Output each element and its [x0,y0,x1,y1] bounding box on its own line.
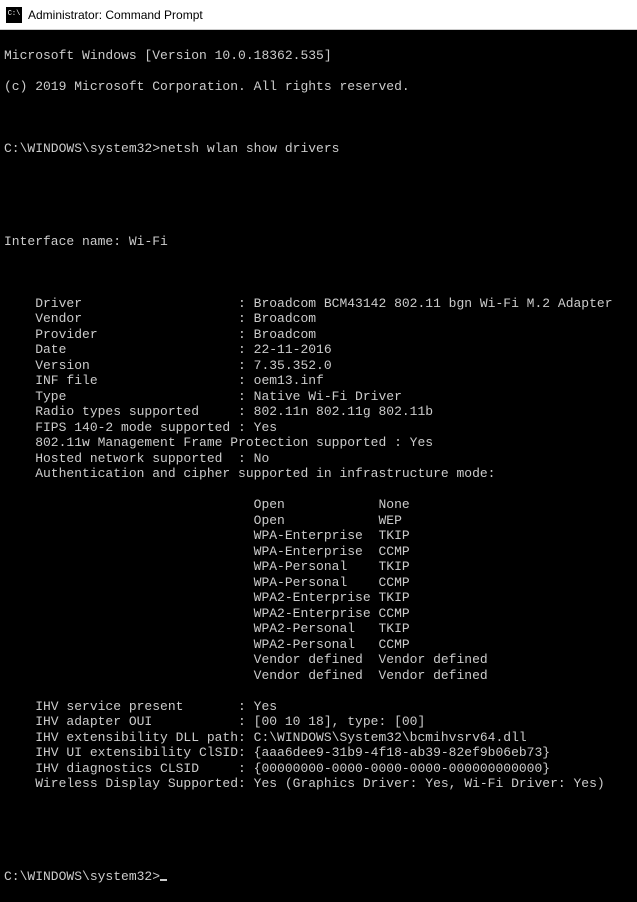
interface-line: Interface name: Wi-Fi [4,234,633,250]
auth-pair: WPA2-Personal TKIP [4,621,633,637]
auth-pair: Vendor defined Vendor defined [4,652,633,668]
command-text: netsh wlan show drivers [160,141,339,156]
auth-pair: Vendor defined Vendor defined [4,668,633,684]
field-radio: Radio types supported : 802.11n 802.11g … [4,404,633,420]
field-provider: Provider : Broadcom [4,327,633,343]
cursor [160,879,167,881]
auth-pair: WPA2-Enterprise CCMP [4,606,633,622]
blank-line [4,172,633,188]
field-inf: INF file : oem13.inf [4,373,633,389]
blank-line [4,265,633,281]
terminal-output[interactable]: Microsoft Windows [Version 10.0.18362.53… [0,30,637,902]
field-ihv_diag: IHV diagnostics CLSID : {00000000-0000-0… [4,761,633,777]
auth-pair: Open None [4,497,633,513]
field-ihv_dll: IHV extensibility DLL path: C:\WINDOWS\S… [4,730,633,746]
field-driver: Driver : Broadcom BCM43142 802.11 bgn Wi… [4,296,633,312]
prompt-line-2: C:\WINDOWS\system32> [4,869,633,885]
auth-header: Authentication and cipher supported in i… [4,466,633,482]
auth-pair: WPA-Personal CCMP [4,575,633,591]
field-vendor: Vendor : Broadcom [4,311,633,327]
field-mfp: 802.11w Management Frame Protection supp… [4,435,633,451]
field-type: Type : Native Wi-Fi Driver [4,389,633,405]
auth-pair: Open WEP [4,513,633,529]
field-fips: FIPS 140-2 mode supported : Yes [4,420,633,436]
field-ihv_ui: IHV UI extensibility ClSID: {aaa6dee9-31… [4,745,633,761]
window-titlebar[interactable]: Administrator: Command Prompt [0,0,637,30]
cmd-icon [6,7,22,23]
auth-pair: WPA-Enterprise CCMP [4,544,633,560]
os-version-line: Microsoft Windows [Version 10.0.18362.53… [4,48,633,64]
auth-pair: WPA-Personal TKIP [4,559,633,575]
field-version: Version : 7.35.352.0 [4,358,633,374]
blank-line [4,838,633,854]
window-title: Administrator: Command Prompt [28,8,203,22]
auth-pair: WPA2-Enterprise TKIP [4,590,633,606]
field-date: Date : 22-11-2016 [4,342,633,358]
blank-line [4,110,633,126]
copyright-line: (c) 2019 Microsoft Corporation. All righ… [4,79,633,95]
field-ihv_service: IHV service present : Yes [4,699,633,715]
auth-pair: WPA-Enterprise TKIP [4,528,633,544]
field-wireless: Wireless Display Supported: Yes (Graphic… [4,776,633,792]
blank-line [4,203,633,219]
prompt-line-1: C:\WINDOWS\system32>netsh wlan show driv… [4,141,633,157]
auth-pair: WPA2-Personal CCMP [4,637,633,653]
field-hosted: Hosted network supported : No [4,451,633,467]
field-ihv_oui: IHV adapter OUI : [00 10 18], type: [00] [4,714,633,730]
prompt-path: C:\WINDOWS\system32> [4,869,160,884]
blank-line [4,807,633,823]
prompt-path: C:\WINDOWS\system32> [4,141,160,156]
